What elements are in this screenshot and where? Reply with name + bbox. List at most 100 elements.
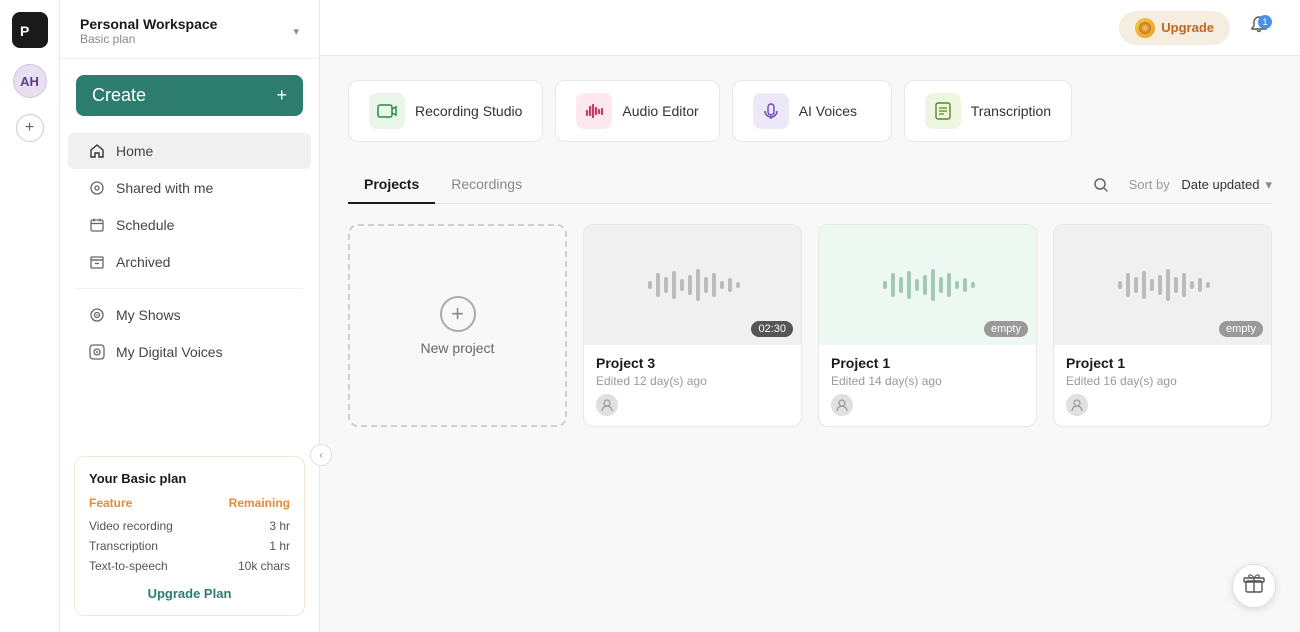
workspace-header[interactable]: Personal Workspace Basic plan ▾: [60, 0, 319, 59]
feature-label: Transcription: [89, 539, 158, 553]
create-plus-icon: +: [276, 85, 287, 106]
project-card[interactable]: 02:30 Project 3 Edited 12 day(s) ago: [583, 224, 802, 427]
plan-row-tts: Text-to-speech 10k chars: [89, 556, 290, 576]
remaining-col-header: Remaining: [229, 496, 290, 510]
sidebar-nav: Home Shared with me Schedule: [60, 124, 319, 444]
archive-icon: [88, 253, 106, 271]
feature-label: Text-to-speech: [89, 559, 168, 573]
coin-icon: [1135, 18, 1155, 38]
plan-name: Basic plan: [80, 32, 287, 46]
app-logo[interactable]: P: [12, 12, 48, 48]
card-info: Project 3 Edited 12 day(s) ago: [584, 345, 801, 426]
project-card[interactable]: empty Project 1 Edited 16 day(s) ago: [1053, 224, 1272, 427]
feature-label: Video recording: [89, 519, 173, 533]
workspace-name: Personal Workspace: [80, 16, 287, 32]
create-label: Create: [92, 85, 146, 106]
voices-icon: [88, 343, 106, 361]
sort-button[interactable]: Sort by Date updated ▾: [1129, 177, 1272, 193]
project-card[interactable]: empty Project 1 Edited 14 day(s) ago: [818, 224, 1037, 427]
upgrade-label: Upgrade: [1161, 20, 1214, 35]
feature-value: 3 hr: [269, 519, 290, 533]
sidebar-item-voices[interactable]: My Digital Voices: [68, 334, 311, 370]
transcription-label: Transcription: [971, 103, 1051, 119]
gift-icon: [1243, 572, 1265, 600]
tabs-bar: Projects Recordings Sort by Date updated…: [348, 166, 1272, 204]
sidebar-item-label: My Shows: [116, 307, 181, 323]
avatar[interactable]: AH: [13, 64, 47, 98]
left-strip: P AH +: [0, 0, 60, 632]
recording-studio-label: Recording Studio: [415, 103, 522, 119]
calendar-icon: [88, 216, 106, 234]
card-date: Edited 12 day(s) ago: [596, 374, 789, 388]
basic-plan-card: Your Basic plan Feature Remaining Video …: [74, 456, 305, 616]
audio-editor-tile[interactable]: Audio Editor: [555, 80, 719, 142]
collapse-icon: ‹: [319, 450, 322, 461]
empty-badge: empty: [1219, 321, 1263, 337]
collapse-button[interactable]: ‹: [310, 444, 332, 466]
sidebar-item-shows[interactable]: My Shows: [68, 297, 311, 333]
plan-table: Feature Remaining Video recording 3 hr T…: [89, 496, 290, 576]
search-button[interactable]: [1085, 169, 1117, 201]
feature-value: 10k chars: [238, 559, 290, 573]
sidebar-item-label: Archived: [116, 254, 170, 270]
chevron-down-icon: ▾: [1265, 177, 1272, 193]
audio-editor-label: Audio Editor: [622, 103, 698, 119]
audio-editor-icon: [576, 93, 612, 129]
shared-icon: [88, 179, 106, 197]
transcription-tile[interactable]: Transcription: [904, 80, 1072, 142]
card-thumbnail: empty: [1054, 225, 1271, 345]
upgrade-plan-link[interactable]: Upgrade Plan: [89, 586, 290, 601]
ai-voices-label: AI Voices: [799, 103, 857, 119]
projects-grid: + New project: [348, 224, 1272, 427]
feature-value: 1 hr: [269, 539, 290, 553]
new-project-card[interactable]: + New project: [348, 224, 567, 427]
tab-recordings[interactable]: Recordings: [435, 166, 538, 204]
sidebar-item-label: Shared with me: [116, 180, 213, 196]
card-date: Edited 14 day(s) ago: [831, 374, 1024, 388]
create-button[interactable]: Create +: [76, 75, 303, 116]
ai-voices-icon: [753, 93, 789, 129]
notification-button[interactable]: 1: [1242, 11, 1276, 45]
new-project-label: New project: [421, 340, 495, 356]
topbar: Upgrade 1: [320, 0, 1300, 56]
card-avatar: [1066, 394, 1088, 416]
ai-voices-tile[interactable]: AI Voices: [732, 80, 892, 142]
card-thumbnail: 02:30: [584, 225, 801, 345]
sidebar-item-label: Schedule: [116, 217, 174, 233]
add-button-strip[interactable]: +: [16, 114, 44, 142]
tabs: Projects Recordings: [348, 166, 538, 203]
home-icon: [88, 142, 106, 160]
gift-button[interactable]: [1232, 564, 1276, 608]
card-info: Project 1 Edited 16 day(s) ago: [1054, 345, 1271, 426]
card-thumbnail: empty: [819, 225, 1036, 345]
transcription-icon: [925, 93, 961, 129]
sort-value: Date updated: [1181, 177, 1259, 192]
sidebar-item-label: Home: [116, 143, 153, 159]
sidebar-item-home[interactable]: Home: [68, 133, 311, 169]
sidebar-item-label: My Digital Voices: [116, 344, 223, 360]
plus-icon: +: [25, 119, 34, 137]
upgrade-button[interactable]: Upgrade: [1119, 11, 1230, 45]
shows-icon: [88, 306, 106, 324]
feature-col-header: Feature: [89, 496, 132, 510]
chevron-down-icon: ▾: [293, 25, 299, 38]
recording-studio-tile[interactable]: Recording Studio: [348, 80, 543, 142]
tab-projects[interactable]: Projects: [348, 166, 435, 204]
recording-studio-icon: [369, 93, 405, 129]
plan-row-transcription: Transcription 1 hr: [89, 536, 290, 556]
card-title: Project 3: [596, 355, 789, 371]
sidebar-item-shared[interactable]: Shared with me: [68, 170, 311, 206]
main-content: Upgrade 1 Recording Stud: [320, 0, 1300, 632]
quick-tiles: Recording Studio Audio Editor: [348, 80, 1272, 142]
basic-plan-title: Your Basic plan: [89, 471, 290, 486]
sort-label: Sort by: [1129, 177, 1170, 192]
sidebar-item-archived[interactable]: Archived: [68, 244, 311, 280]
card-title: Project 1: [831, 355, 1024, 371]
card-title: Project 1: [1066, 355, 1259, 371]
card-info: Project 1 Edited 14 day(s) ago: [819, 345, 1036, 426]
card-date: Edited 16 day(s) ago: [1066, 374, 1259, 388]
empty-badge: empty: [984, 321, 1028, 337]
sidebar-item-schedule[interactable]: Schedule: [68, 207, 311, 243]
tabs-right: Sort by Date updated ▾: [1085, 169, 1272, 201]
new-project-plus-icon: +: [440, 296, 476, 332]
